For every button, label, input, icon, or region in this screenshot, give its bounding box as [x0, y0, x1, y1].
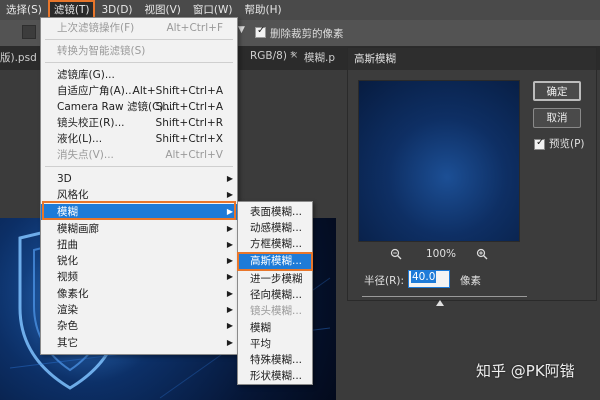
submenu-item-motion-blur[interactable]: 动感模糊... [238, 220, 312, 236]
dialog-title[interactable]: 高斯模糊 [348, 48, 596, 70]
blur-preview[interactable] [358, 80, 520, 242]
menu-item-lens-correction[interactable]: 镜头校正(R)... Shift+Ctrl+R [41, 115, 237, 131]
tab-document-3[interactable]: 模糊.p [304, 50, 335, 65]
radius-unit: 像素 [460, 275, 481, 287]
watermark: 知乎 @PK阿锴 [476, 362, 575, 380]
chevron-right-icon: ▶ [226, 321, 233, 330]
radius-slider-thumb[interactable] [436, 300, 444, 306]
menu-item-adaptive-wide-angle[interactable]: 自适应广角(A)... Alt+Shift+Ctrl+A [41, 83, 237, 99]
menu-item-last-filter[interactable]: 上次滤镜操作(F) Alt+Ctrl+F [41, 20, 237, 36]
submenu-item-shape-blur[interactable]: 形状模糊... [238, 368, 312, 384]
chevron-right-icon: ▶ [226, 289, 233, 298]
delete-cropped-pixels-checkbox[interactable] [255, 25, 266, 38]
submenu-item-blur-more[interactable]: 进一步模糊 [238, 271, 312, 287]
menu-divider [45, 39, 233, 40]
delete-cropped-pixels-label: 删除裁剪的像素 [270, 28, 344, 40]
submenu-item-box-blur[interactable]: 方框模糊... [238, 236, 312, 252]
submenu-item-smart-blur[interactable]: 特殊模糊... [238, 352, 312, 368]
highlight-box-gaussian [237, 252, 313, 271]
radius-value: 40.0 [411, 271, 437, 283]
tab-document-2[interactable]: RGB/8) * [250, 50, 296, 62]
menu-item-blur-gallery[interactable]: 模糊画廊 ▶ [41, 221, 237, 237]
menu-item-pixelate[interactable]: 像素化 ▶ [41, 286, 237, 302]
tab-document-1[interactable]: 版).psd [0, 50, 37, 65]
gaussian-blur-dialog: 高斯模糊 确定 取消 预览(P) 100% 半径(R): 40.0 像素 [347, 47, 597, 306]
zoom-in-icon[interactable] [476, 248, 488, 263]
chevron-down-icon[interactable]: ▼ [238, 25, 245, 35]
menu-item-distort[interactable]: 扭曲 ▶ [41, 237, 237, 253]
menu-item-camera-raw[interactable]: Camera Raw 滤镜(C)... Shift+Ctrl+A [41, 99, 237, 115]
menu-item-video[interactable]: 视频 ▶ [41, 269, 237, 285]
close-icon[interactable]: × [290, 50, 298, 61]
menu-item-vanishing-point[interactable]: 消失点(V)... Alt+Ctrl+V [41, 147, 237, 163]
chevron-right-icon: ▶ [226, 305, 233, 314]
chevron-right-icon: ▶ [226, 240, 233, 249]
cancel-button[interactable]: 取消 [533, 108, 581, 128]
menu-item-render[interactable]: 渲染 ▶ [41, 302, 237, 318]
ok-button[interactable]: 确定 [533, 81, 581, 101]
menu-item-noise[interactable]: 杂色 ▶ [41, 318, 237, 334]
zoom-level: 100% [426, 248, 457, 260]
menu-item-sharpen[interactable]: 锐化 ▶ [41, 253, 237, 269]
submenu-item-surface-blur[interactable]: 表面模糊... [238, 204, 312, 220]
menu-divider [45, 62, 233, 63]
chevron-right-icon: ▶ [226, 256, 233, 265]
menu-item-3d[interactable]: 3D ▶ [41, 171, 237, 187]
menu-help[interactable]: 帮助(H) [238, 0, 287, 20]
menu-item-filter-gallery[interactable]: 滤镜库(G)... [41, 67, 237, 83]
preview-checkbox[interactable] [534, 137, 545, 150]
submenu-item-blur[interactable]: 模糊 [238, 320, 312, 336]
preview-label: 预览(P) [549, 138, 585, 150]
menu-item-other[interactable]: 其它 ▶ [41, 335, 237, 351]
zoom-out-icon[interactable] [390, 248, 402, 263]
highlight-box-blur [42, 201, 236, 220]
submenu-item-average[interactable]: 平均 [238, 336, 312, 352]
chevron-right-icon: ▶ [226, 338, 233, 347]
radius-slider[interactable] [362, 296, 527, 297]
submenu-item-lens-blur[interactable]: 镜头模糊... [238, 303, 312, 319]
chevron-right-icon: ▶ [226, 272, 233, 281]
chevron-right-icon: ▶ [226, 174, 233, 183]
menu-item-convert-smart-filter[interactable]: 转换为智能滤镜(S) [41, 43, 237, 59]
radius-input[interactable]: 40.0 [408, 270, 450, 288]
menu-divider [45, 166, 233, 167]
radius-label: 半径(R): [364, 275, 405, 287]
submenu-item-radial-blur[interactable]: 径向模糊... [238, 287, 312, 303]
chevron-right-icon: ▶ [226, 224, 233, 233]
blur-submenu: 表面模糊... 动感模糊... 方框模糊... 高斯模糊... 进一步模糊 径向… [237, 201, 313, 385]
tool-preset-control[interactable] [22, 25, 36, 39]
filter-menu: 上次滤镜操作(F) Alt+Ctrl+F 转换为智能滤镜(S) 滤镜库(G)...… [40, 17, 238, 355]
menu-item-liquify[interactable]: 液化(L)... Shift+Ctrl+X [41, 131, 237, 147]
